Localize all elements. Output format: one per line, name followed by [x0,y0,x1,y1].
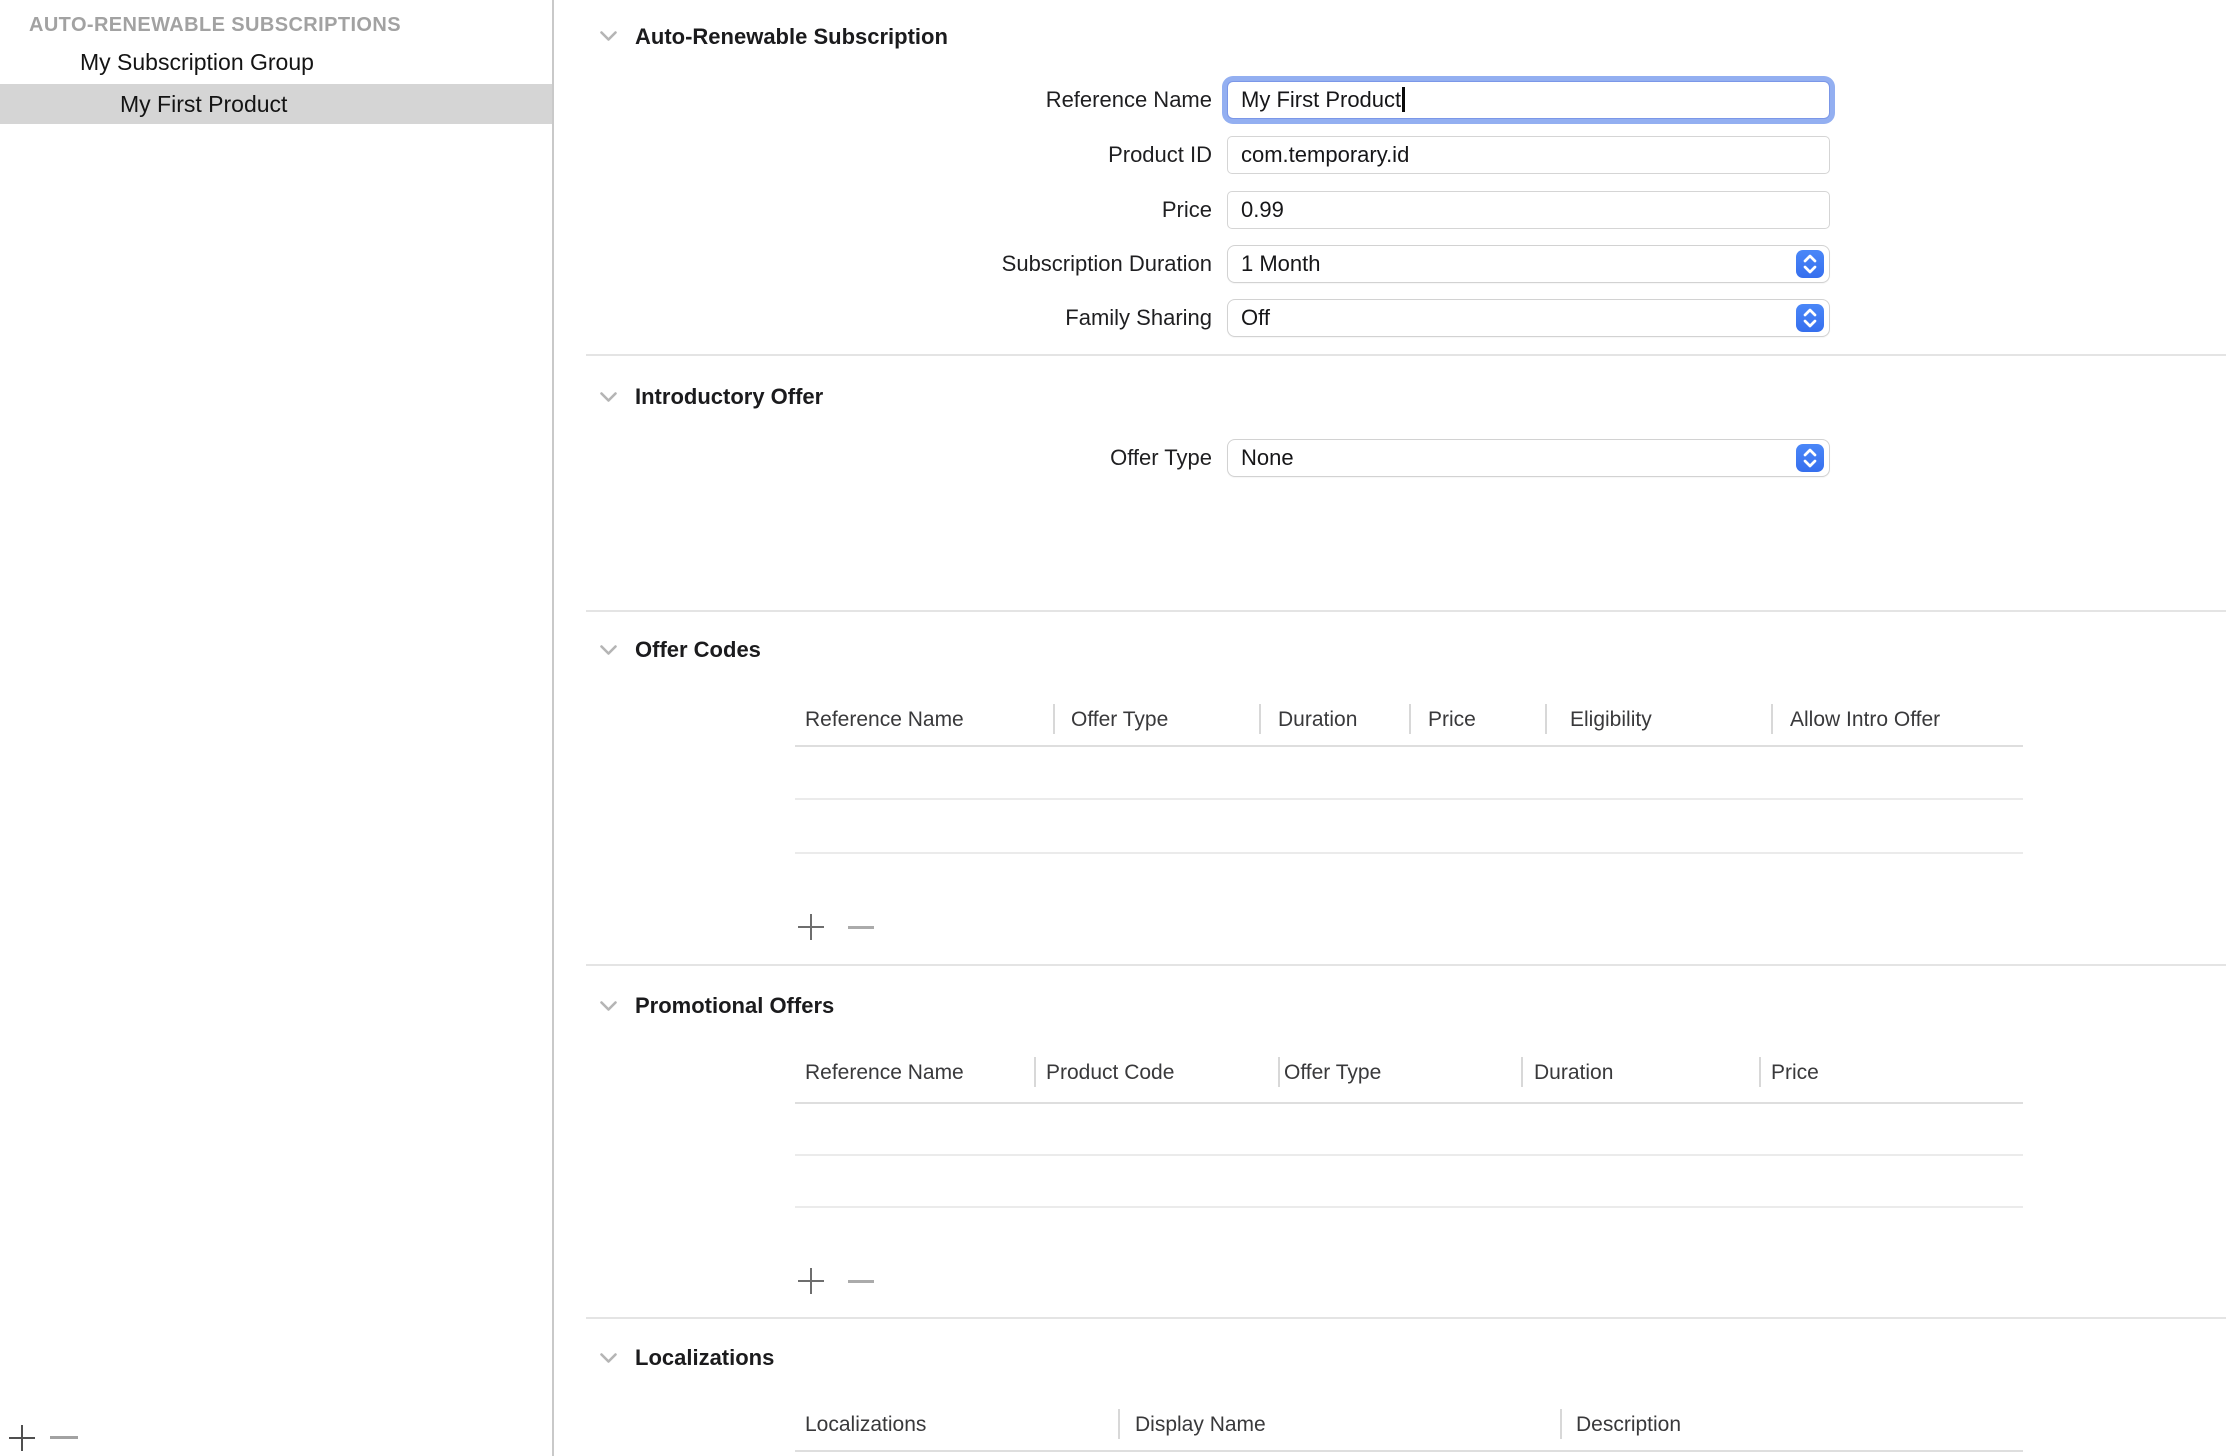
section-divider [586,610,2226,612]
subscription-duration-value: 1 Month [1241,251,1321,276]
column-separator [1521,1057,1523,1087]
table-row-line [795,798,2023,800]
subscription-duration-popup[interactable]: 1 Month [1227,245,1830,283]
storekit-configuration-editor: AUTO-RENEWABLE SUBSCRIPTIONS My Subscrip… [0,0,2226,1456]
section-title-localizations: Localizations [635,1343,774,1373]
chevron-down-icon[interactable] [600,1353,617,1364]
subscription-duration-label: Subscription Duration [700,249,1212,279]
sidebar-remove-button minus-icon[interactable] [50,1436,78,1439]
family-sharing-label: Family Sharing [700,303,1212,333]
section-title-promotional-offers: Promotional Offers [635,991,834,1021]
column-separator [1034,1057,1036,1087]
text-cursor [1402,87,1405,112]
chevron-down-icon[interactable] [600,392,617,403]
column-separator [1409,704,1411,734]
chevron-down-icon[interactable] [600,645,617,656]
column-header-display-name: Display Name [1135,1411,1266,1439]
family-sharing-value: Off [1241,305,1270,330]
offer-codes-add-button plus-icon[interactable] [797,913,825,941]
column-separator [1278,1057,1280,1087]
column-header-description: Description [1576,1411,1681,1439]
column-separator [1545,704,1547,734]
sidebar-item-my-first-product[interactable]: My First Product [0,84,553,124]
reference-name-input[interactable]: My First Product [1227,81,1830,119]
reference-name-value: My First Product [1241,87,1401,112]
price-input[interactable]: 0.99 [1227,191,1830,229]
column-header-reference-name: Reference Name [805,706,964,734]
section-title-offer-codes: Offer Codes [635,635,761,665]
offer-type-value: None [1241,445,1294,470]
column-header-price: Price [1771,1059,1819,1087]
offer-type-label: Offer Type [700,443,1212,473]
sidebar: AUTO-RENEWABLE SUBSCRIPTIONS My Subscrip… [0,0,553,1456]
popup-stepper-icon [1796,444,1824,472]
section-title-auto-renewable-subscription: Auto-Renewable Subscription [635,22,948,52]
column-header-product-code: Product Code [1046,1059,1174,1087]
promotional-offers-remove-button minus-icon[interactable] [848,1280,874,1283]
column-separator [1560,1409,1562,1439]
table-row-line [795,852,2023,854]
sidebar-add-button plus-icon[interactable] [8,1424,36,1452]
section-divider [586,1317,2226,1319]
reference-name-label: Reference Name [700,85,1212,115]
column-header-localizations: Localizations [805,1411,926,1439]
table-header-line [795,1450,2023,1452]
table-header-line [795,745,2023,747]
column-separator [1118,1409,1120,1439]
sidebar-divider [552,0,554,1456]
product-id-label: Product ID [700,140,1212,170]
column-header-duration: Duration [1534,1059,1613,1087]
column-separator [1771,704,1773,734]
section-divider [586,354,2226,356]
column-separator [1759,1057,1761,1087]
popup-stepper-icon [1796,304,1824,332]
column-separator [1259,704,1261,734]
promotional-offers-add-button plus-icon[interactable] [797,1267,825,1295]
chevron-down-icon[interactable] [600,1001,617,1012]
table-row-line [795,1206,2023,1208]
table-header-line [795,1102,2023,1104]
sidebar-item-subscription-group[interactable]: My Subscription Group [0,42,553,82]
column-header-price: Price [1428,706,1476,734]
family-sharing-popup[interactable]: Off [1227,299,1830,337]
section-title-introductory-offer: Introductory Offer [635,382,823,412]
chevron-down-icon[interactable] [600,31,617,42]
offer-codes-remove-button minus-icon[interactable] [848,926,874,929]
section-divider [586,964,2226,966]
offer-type-popup[interactable]: None [1227,439,1830,477]
column-header-offer-type: Offer Type [1071,706,1168,734]
table-row-line [795,1154,2023,1156]
column-header-eligibility: Eligibility [1570,706,1652,734]
price-label: Price [700,195,1212,225]
column-header-reference-name: Reference Name [805,1059,964,1087]
popup-stepper-icon [1796,250,1824,278]
column-header-allow-intro-offer: Allow Intro Offer [1790,706,1940,734]
column-header-offer-type: Offer Type [1284,1059,1381,1087]
column-separator [1053,704,1055,734]
column-header-duration: Duration [1278,706,1357,734]
sidebar-group-header: AUTO-RENEWABLE SUBSCRIPTIONS [29,11,401,39]
product-id-input[interactable]: com.temporary.id [1227,136,1830,174]
